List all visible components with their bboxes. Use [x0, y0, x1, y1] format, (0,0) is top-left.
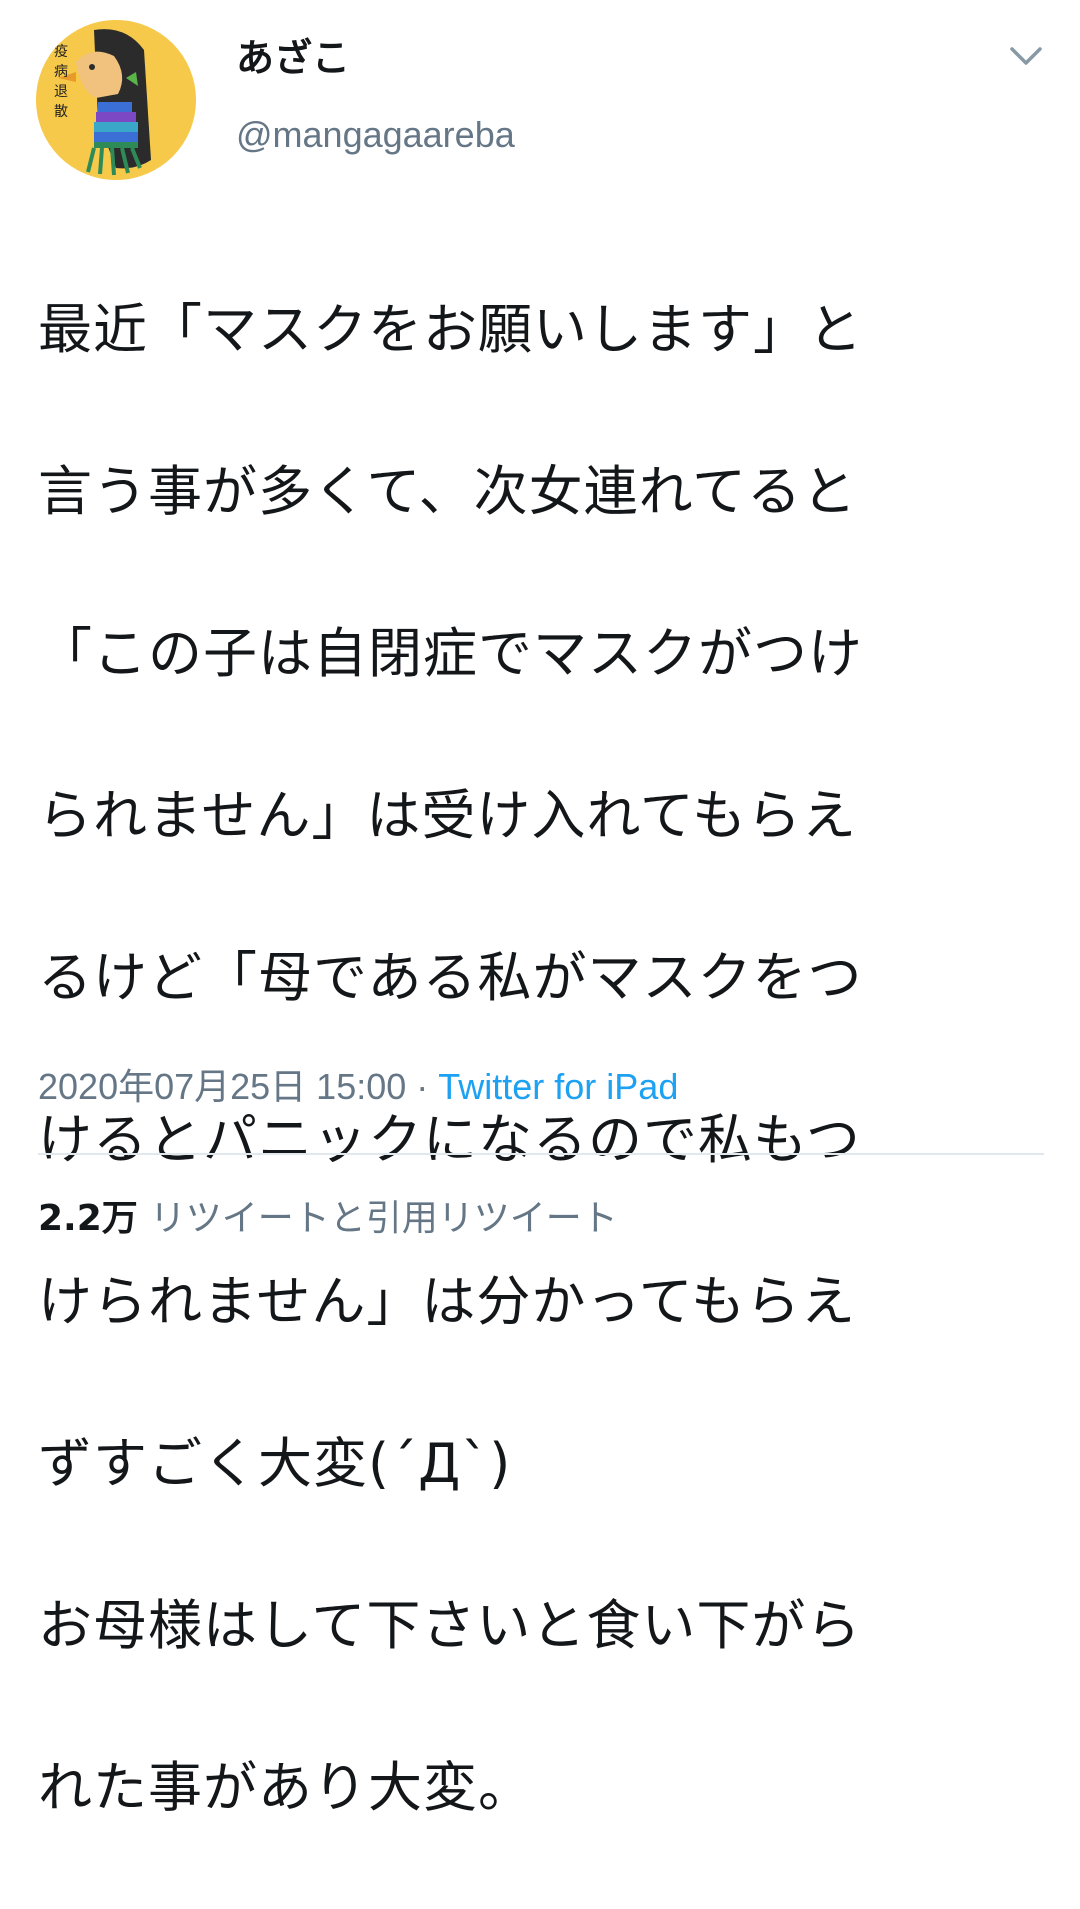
user-handle[interactable]: @mangagaareba	[236, 110, 515, 160]
svg-text:退: 退	[54, 84, 68, 100]
tweet-text-line: 「この子は自閉症でマスクがつけ	[38, 622, 863, 685]
svg-text:疫: 疫	[54, 44, 68, 60]
retweet-label: リツイートと引用リツイート	[149, 1198, 618, 1239]
tweet-source-link[interactable]: Twitter for iPad	[438, 1066, 678, 1107]
tweet-text-line: るけど「母である私がマスクをつ	[38, 946, 863, 1009]
tweet-text-line: 言う事が多くて、次女連れてると	[38, 460, 858, 523]
divider	[38, 1153, 1044, 1155]
display-name[interactable]: あざこ	[236, 32, 515, 84]
tweet-text-line: ずすごく大変(´Д`)	[38, 1432, 512, 1495]
tweet-text-line: 最近「マスクをお願いします」と	[38, 298, 863, 361]
tweet-text-line: けられません」は分かってもらえ	[38, 1270, 856, 1333]
tweet-meta: 2020年07月25日 15:00 · Twitter for iPad	[38, 1062, 678, 1112]
tweet-text: 最近「マスクをお願いします」と 言う事が多くて、次女連れてると 「この子は自閉症…	[38, 208, 1048, 1909]
retweet-stats[interactable]: 2.2万 リツイートと引用リツイート	[38, 1194, 618, 1244]
svg-text:散: 散	[54, 104, 68, 120]
svg-text:病: 病	[54, 64, 68, 80]
avatar[interactable]: 疫 病 退 散	[36, 20, 196, 180]
tweet-text-line: お母様はして下さいと食い下がら	[38, 1594, 862, 1657]
amabie-illustration: 疫 病 退 散	[36, 20, 196, 180]
tweet-text-line: れた事があり大変。	[38, 1756, 533, 1819]
meta-separator: ·	[416, 1066, 429, 1107]
tweet-text-line: られません」は受け入れてもらえ	[38, 784, 858, 847]
tweet-timestamp[interactable]: 2020年07月25日 15:00	[38, 1066, 406, 1107]
chevron-down-icon[interactable]	[1004, 34, 1048, 78]
tweet-header: 疫 病 退 散 あざこ @mangagaareba	[36, 20, 1048, 180]
retweet-count: 2.2万	[38, 1198, 138, 1239]
user-names: あざこ @mangagaareba	[236, 32, 515, 160]
